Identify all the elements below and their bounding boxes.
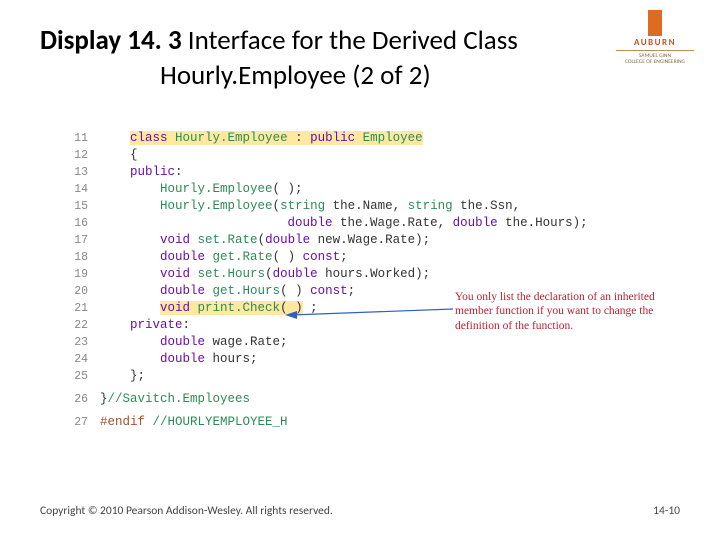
code-line: 24 double hours; [60, 351, 680, 368]
auburn-logo: AUBURN SAMUEL GINN COLLEGE OF ENGINEERIN… [616, 10, 694, 65]
code-content: public: [100, 164, 183, 181]
line-number: 24 [60, 351, 100, 368]
code-line: 26}//Savitch.Employees [60, 391, 680, 408]
code-content: }; [100, 368, 145, 385]
code-line: 15 Hourly.Employee(string the.Name, stri… [60, 198, 680, 215]
line-number: 23 [60, 334, 100, 351]
line-number: 25 [60, 368, 100, 385]
line-number: 12 [60, 147, 100, 164]
logo-tower-icon [648, 10, 662, 36]
code-line: 19 void set.Hours(double hours.Worked); [60, 266, 680, 283]
logo-sub2: COLLEGE OF ENGINEERING [616, 59, 694, 65]
line-number: 17 [60, 232, 100, 249]
line-number: 26 [60, 391, 100, 408]
line-number: 13 [60, 164, 100, 181]
code-line: 11 class Hourly.Employee : public Employ… [60, 130, 680, 147]
line-number: 14 [60, 181, 100, 198]
code-content: class Hourly.Employee : public Employee [100, 130, 423, 147]
code-content: double hours; [100, 351, 258, 368]
code-content: #endif //HOURLYEMPLOYEE_H [100, 414, 288, 431]
code-content: void set.Hours(double hours.Worked); [100, 266, 430, 283]
slide-title: Display 14. 3 Interface for the Derived … [40, 24, 610, 92]
title-rest: Interface for the Derived Class [182, 24, 518, 57]
code-listing: 11 class Hourly.Employee : public Employ… [60, 130, 680, 431]
code-content: private: [100, 317, 190, 334]
code-line: 23 double wage.Rate; [60, 334, 680, 351]
page-number: 14-10 [653, 504, 680, 518]
code-content: double get.Rate( ) const; [100, 249, 348, 266]
line-number: 19 [60, 266, 100, 283]
title-line2: Hourly.Employee (2 of 2) [40, 59, 610, 92]
code-line: 16 double the.Wage.Rate, double the.Hour… [60, 215, 680, 232]
code-content: { [100, 147, 138, 164]
line-number: 20 [60, 283, 100, 300]
line-number: 27 [60, 414, 100, 431]
line-number: 16 [60, 215, 100, 232]
line-number: 15 [60, 198, 100, 215]
code-content: }//Savitch.Employees [100, 391, 250, 408]
slide: AUBURN SAMUEL GINN COLLEGE OF ENGINEERIN… [0, 0, 720, 540]
code-line: 25 }; [60, 368, 680, 385]
line-number: 22 [60, 317, 100, 334]
line-number: 11 [60, 130, 100, 147]
logo-name: AUBURN [616, 38, 694, 48]
code-content: Hourly.Employee( ); [100, 181, 303, 198]
line-number: 21 [60, 300, 100, 317]
code-line: 18 double get.Rate( ) const; [60, 249, 680, 266]
code-content: double the.Wage.Rate, double the.Hours); [100, 215, 588, 232]
code-line: 12 { [60, 147, 680, 164]
code-line: 27#endif //HOURLYEMPLOYEE_H [60, 414, 680, 431]
code-content: Hourly.Employee(string the.Name, string … [100, 198, 520, 215]
display-label: Display 14. 3 [40, 24, 182, 57]
code-content: void print.Check( ) ; [100, 300, 318, 317]
code-content: double wage.Rate; [100, 334, 288, 351]
code-line: 14 Hourly.Employee( ); [60, 181, 680, 198]
footer: Copyright © 2010 Pearson Addison-Wesley.… [40, 504, 680, 518]
annotation-text: You only list the declaration of an inhe… [455, 290, 675, 333]
code-line: 17 void set.Rate(double new.Wage.Rate); [60, 232, 680, 249]
code-line: 13 public: [60, 164, 680, 181]
line-number: 18 [60, 249, 100, 266]
copyright: Copyright © 2010 Pearson Addison-Wesley.… [40, 504, 333, 518]
code-content: void set.Rate(double new.Wage.Rate); [100, 232, 430, 249]
code-content: double get.Hours( ) const; [100, 283, 355, 300]
